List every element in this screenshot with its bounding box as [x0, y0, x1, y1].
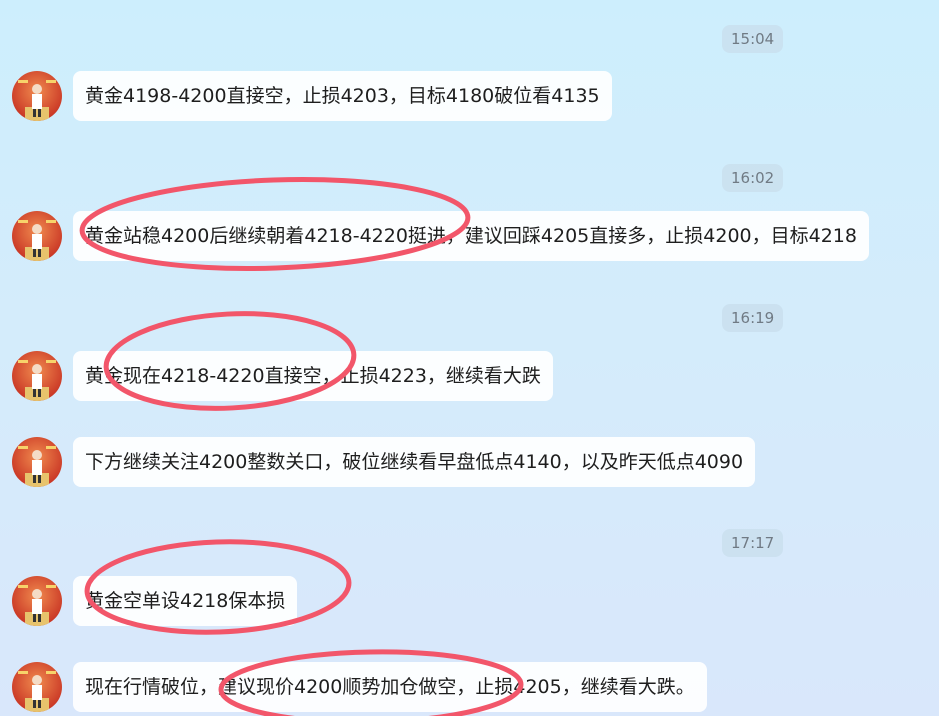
- message-bubble: 下方继续关注4200整数关口，破位继续看早盘低点4140，以及昨天低点4090: [73, 437, 756, 487]
- timestamp: 16:02: [722, 164, 784, 192]
- timestamp: 16:19: [722, 304, 784, 332]
- sender-avatar-icon[interactable]: [12, 576, 62, 626]
- message-bubble: 黄金现在4218-4220直接空，止损4223，继续看大跌: [73, 351, 553, 401]
- message-bubble: 黄金站稳4200后继续朝着4218-4220挺进，建议回踩4205直接多，止损4…: [73, 211, 869, 261]
- timestamp: 17:17: [722, 529, 784, 557]
- sender-avatar-icon[interactable]: [12, 662, 62, 712]
- sender-avatar-icon[interactable]: [12, 351, 62, 401]
- message-bubble: 黄金空单设4218保本损: [73, 576, 298, 626]
- message-bubble: 现在行情破位，建议现价4200顺势加仓做空，止损4205，继续看大跌。: [73, 662, 707, 712]
- chat-window: 15:04 黄金4198-4200直接空，止损4203，目标4180破位看413…: [0, 0, 939, 716]
- sender-avatar-icon[interactable]: [12, 71, 62, 121]
- timestamp: 15:04: [722, 25, 784, 53]
- sender-avatar-icon[interactable]: [12, 211, 62, 261]
- sender-avatar-icon[interactable]: [12, 437, 62, 487]
- message-bubble: 黄金4198-4200直接空，止损4203，目标4180破位看4135: [73, 71, 612, 121]
